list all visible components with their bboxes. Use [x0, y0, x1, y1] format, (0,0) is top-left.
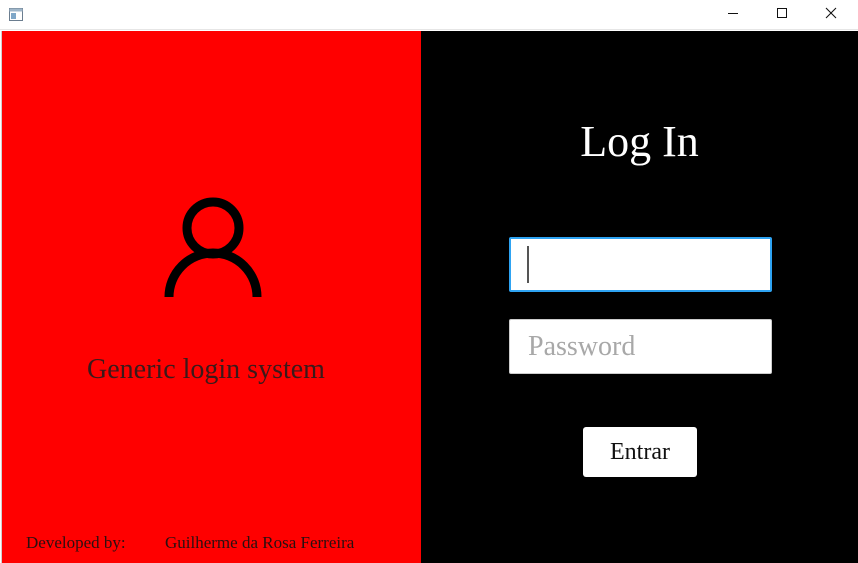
minimize-button[interactable]	[710, 0, 756, 30]
window-content: Generic login system Developed by: Guilh…	[1, 31, 858, 563]
close-icon	[825, 6, 837, 24]
login-panel: Log In Entrar	[421, 31, 858, 563]
password-input[interactable]	[509, 319, 772, 374]
username-input[interactable]	[509, 237, 772, 292]
branding-panel: Generic login system Developed by: Guilh…	[2, 31, 421, 563]
developer-name: Guilherme da Rosa Ferreira	[165, 533, 355, 552]
user-icon	[164, 193, 262, 299]
app-subtitle: Generic login system	[87, 354, 325, 385]
login-heading: Log In	[580, 117, 699, 166]
close-button[interactable]	[808, 0, 854, 30]
minimize-icon	[727, 6, 739, 24]
title-bar	[0, 0, 858, 30]
maximize-button[interactable]	[759, 0, 805, 30]
maximize-icon	[776, 6, 788, 24]
text-cursor	[527, 246, 529, 283]
developer-label: Developed by:	[26, 533, 126, 552]
app-window-icon	[9, 8, 23, 21]
login-button[interactable]: Entrar	[583, 427, 697, 477]
